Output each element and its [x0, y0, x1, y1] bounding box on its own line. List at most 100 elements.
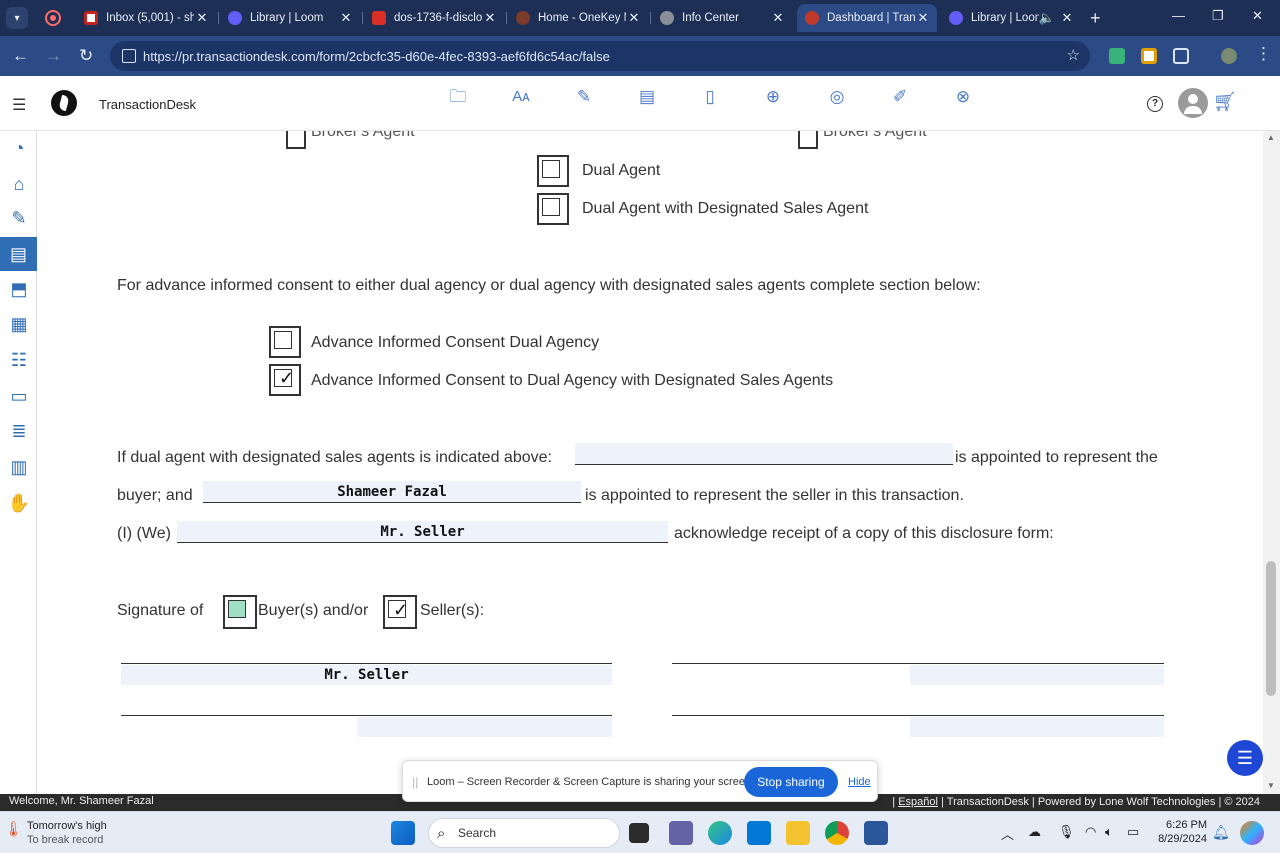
pencil-icon[interactable]: ✎	[6, 205, 32, 231]
drag-handle-icon[interactable]: ||	[412, 775, 418, 789]
microphone-icon[interactable]: 🎙︎	[1058, 824, 1075, 840]
back-icon[interactable]: ←	[12, 46, 29, 66]
cart-icon[interactable]: 🛒︎	[1213, 90, 1237, 114]
edge-icon[interactable]	[708, 821, 732, 845]
close-icon[interactable]: ✕	[194, 10, 210, 26]
taskbar-search[interactable]: ⌕ Search	[428, 818, 620, 848]
close-icon[interactable]: ✕	[626, 10, 642, 26]
copilot-icon[interactable]	[1240, 821, 1264, 845]
tab-search-chevron-icon[interactable]: ▾	[6, 7, 28, 29]
zoom-icon[interactable]: ⊕	[762, 86, 784, 108]
store-icon[interactable]	[747, 821, 771, 845]
palette-icon[interactable]: ◎	[826, 86, 848, 108]
window-close-icon[interactable]: ✕	[1252, 8, 1263, 24]
acknowledger-field[interactable]: Mr. Seller	[177, 521, 668, 543]
seller-signature-checkbox[interactable]: ✓	[383, 595, 417, 629]
espanol-link[interactable]: Español	[898, 796, 938, 808]
report-icon[interactable]: ▥	[6, 454, 32, 480]
stop-sharing-button[interactable]: Stop sharing	[744, 767, 838, 797]
speaker-icon[interactable]: 🔈	[1039, 10, 1055, 26]
document-icon[interactable]: ▤	[636, 86, 658, 108]
bookmark-star-icon[interactable]: ☆	[1067, 46, 1080, 64]
scroll-icon[interactable]: ≣	[6, 418, 32, 444]
close-icon[interactable]: ✕	[915, 10, 931, 26]
url-input[interactable]: https://pr.transactiondesk.com/form/2cbc…	[110, 41, 1090, 71]
tab-loom-library[interactable]: Library | Loom ✕	[220, 4, 360, 32]
windows-start-icon[interactable]	[391, 821, 415, 845]
close-icon[interactable]: ✕	[482, 10, 498, 26]
close-circle-icon[interactable]: ⊗	[952, 86, 974, 108]
transactiondesk-logo[interactable]	[51, 90, 77, 116]
forms-icon[interactable]: ▤	[0, 237, 37, 271]
system-clock[interactable]: 6:26 PM 8/29/2024	[1153, 818, 1207, 846]
date-field-2[interactable]	[910, 717, 1164, 737]
reload-icon[interactable]: ↻	[79, 46, 93, 66]
consent-dual-checkbox[interactable]	[269, 326, 301, 358]
collapse-menu-icon[interactable]: ☰	[12, 95, 26, 115]
package-icon[interactable]: ⬒	[6, 276, 32, 302]
search-list-icon[interactable]: ☷	[6, 347, 32, 373]
signer-name-field-2[interactable]	[910, 665, 1164, 685]
scroll-up-icon[interactable]: ▲	[1267, 133, 1275, 142]
notification-bell-icon[interactable]: 🔔︎	[1212, 824, 1230, 841]
minimize-icon[interactable]: —	[1172, 8, 1185, 23]
edit-form-icon[interactable]: ✎	[573, 86, 595, 108]
tab-onekey[interactable]: Home - OneKey M ✕	[508, 4, 648, 32]
buyer-signature-checkbox[interactable]	[223, 595, 257, 629]
broker-agent-left-checkbox[interactable]	[286, 131, 306, 149]
dual-agent-checkbox[interactable]	[537, 155, 569, 187]
scroll-down-icon[interactable]: ▼	[1267, 781, 1275, 790]
close-icon[interactable]: ✕	[1059, 10, 1075, 26]
battery-icon[interactable]: ▭	[1127, 824, 1139, 840]
seller-agent-field[interactable]: Shameer Fazal	[203, 481, 581, 503]
home-icon[interactable]: ⌂	[6, 171, 32, 197]
tab-info-center[interactable]: Info Center ✕	[652, 4, 792, 32]
profile-avatar[interactable]	[1221, 48, 1237, 64]
buyer-agent-field[interactable]	[575, 443, 953, 465]
menu-fab-icon[interactable]: ☰	[1227, 740, 1263, 776]
extensions-puzzle-icon[interactable]	[1173, 48, 1189, 64]
tab-loom-library-2[interactable]: Library | Loom 🔈 ✕	[941, 4, 1081, 32]
site-info-icon[interactable]	[122, 49, 136, 63]
wifi-icon[interactable]: ◠	[1085, 824, 1096, 840]
handshake-icon[interactable]: ✋	[6, 490, 32, 516]
browser-menu-icon[interactable]: ⋮	[1255, 44, 1272, 64]
dashboard-gauge-icon[interactable]: ◔	[6, 135, 32, 161]
extension-icon[interactable]	[1109, 48, 1125, 64]
recording-icon[interactable]	[45, 10, 61, 26]
cloud-icon[interactable]: ☁	[1028, 824, 1041, 840]
close-icon[interactable]: ✕	[338, 10, 354, 26]
help-icon[interactable]: ?	[1147, 96, 1163, 112]
restore-icon[interactable]: ❐	[1212, 8, 1224, 24]
contact-card-icon[interactable]: ▭	[6, 383, 32, 409]
weather-widget[interactable]: 🌡︎ Tomorrow's high To break record	[4, 819, 107, 847]
signer-name-field[interactable]: Mr. Seller	[121, 665, 612, 685]
calendar-icon[interactable]: ▦	[6, 311, 32, 337]
tab-inbox[interactable]: Inbox (5,001) - sh ✕	[76, 4, 216, 32]
consent-designated-checkbox[interactable]: ✓	[269, 364, 301, 396]
broker-agent-right-checkbox[interactable]	[798, 131, 818, 149]
user-avatar[interactable]	[1178, 88, 1208, 118]
page-scrollbar[interactable]: ▲ ▼	[1263, 131, 1280, 794]
chrome-icon[interactable]	[825, 821, 849, 845]
teams-icon[interactable]	[669, 821, 693, 845]
volume-icon[interactable]: 🔈︎	[1105, 824, 1113, 840]
folder-icon[interactable]: 🗀	[447, 86, 469, 108]
extension-icon[interactable]	[1141, 48, 1157, 64]
book-icon[interactable]: ▯	[699, 86, 721, 108]
scroll-thumb[interactable]	[1266, 561, 1276, 696]
pen-icon[interactable]: ✐	[889, 86, 911, 108]
tab-pdf[interactable]: dos-1736-f-disclo ✕	[364, 4, 504, 32]
close-icon[interactable]: ✕	[770, 10, 786, 26]
dual-agent-designated-checkbox[interactable]	[537, 193, 569, 225]
hide-link[interactable]: Hide	[848, 776, 871, 788]
tray-chevron-icon[interactable]: ︿	[1001, 824, 1014, 843]
file-explorer-icon[interactable]	[786, 821, 810, 845]
word-icon[interactable]	[864, 821, 888, 845]
tab-dashboard[interactable]: Dashboard | Tran ✕	[797, 4, 937, 32]
date-field[interactable]	[357, 717, 612, 737]
text-size-icon[interactable]: Aᴀ	[510, 86, 532, 108]
forward-icon[interactable]: →	[45, 46, 62, 66]
task-view-icon[interactable]	[629, 823, 649, 843]
new-tab-icon[interactable]: +	[1090, 8, 1101, 29]
